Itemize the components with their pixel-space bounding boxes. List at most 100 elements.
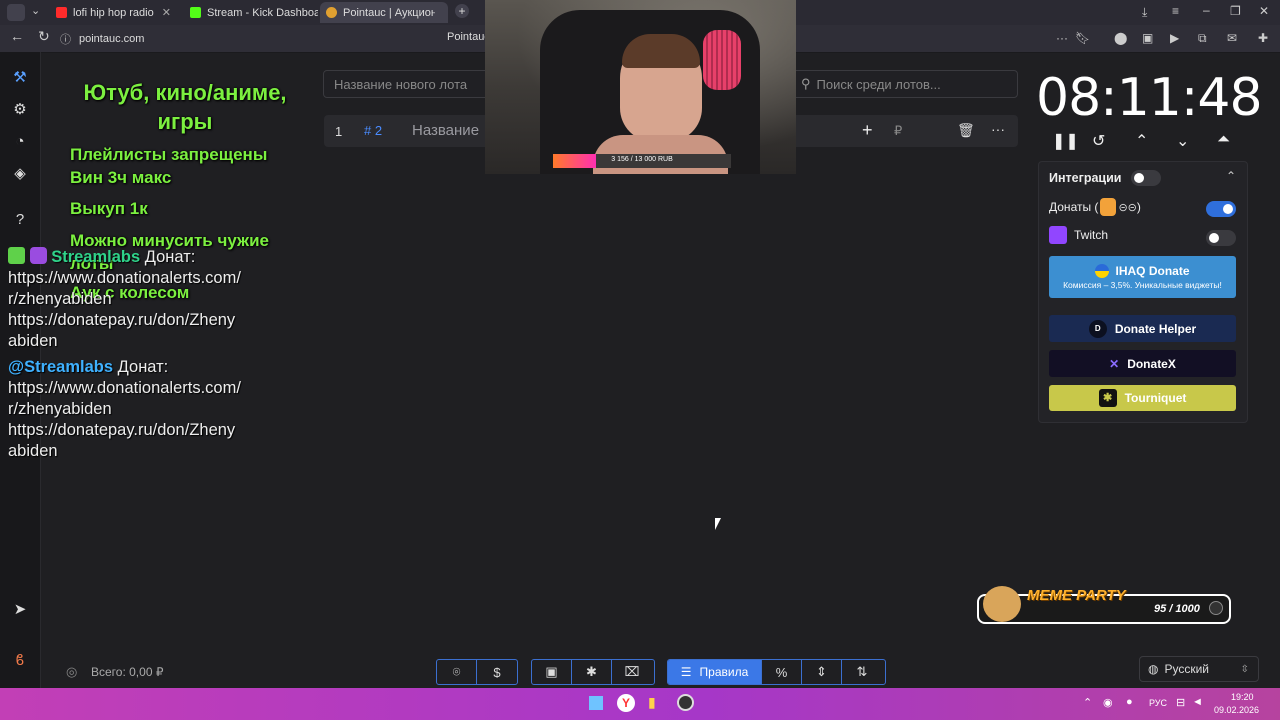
language-label: Русский bbox=[1164, 662, 1210, 676]
tab-pointauc-label: Pointauc | Аукцион дл bbox=[343, 6, 435, 19]
donate-dollar-icon[interactable]: $ bbox=[477, 660, 517, 684]
footer-tools-group: ▣ ✱ ⌧ bbox=[531, 659, 655, 685]
globe-icon: ◍ bbox=[1148, 662, 1159, 676]
percent-icon[interactable]: % bbox=[762, 660, 802, 684]
rules-icon: ☰ bbox=[680, 665, 692, 679]
clear-lots-icon[interactable]: ⌧ bbox=[612, 660, 652, 684]
chat-author: Streamlabs bbox=[51, 248, 141, 266]
footer-links-group: ⌾ $ bbox=[436, 659, 518, 685]
more-icon[interactable]: ··· bbox=[1056, 31, 1068, 45]
download-icon[interactable]: ⤓ bbox=[1142, 5, 1147, 20]
start-icon[interactable] bbox=[589, 696, 603, 710]
extension-icon[interactable]: ▣ bbox=[1142, 31, 1153, 45]
overlay-title: Ютуб, кино/аниме, игры bbox=[83, 80, 287, 134]
microphone bbox=[703, 30, 741, 90]
reload-icon[interactable]: ↻ bbox=[38, 28, 50, 45]
browser-menu-icon[interactable] bbox=[7, 4, 25, 21]
layers-icon[interactable]: ◈ bbox=[10, 163, 30, 183]
integrations-title: Интеграции bbox=[1049, 171, 1122, 185]
subtract-time-icon[interactable]: ⌄ bbox=[1176, 131, 1189, 151]
bug-icon[interactable]: ✱ bbox=[572, 660, 612, 684]
footer-actions-group: ☰ Правила % ⇕ ⇅ bbox=[667, 659, 886, 685]
streamlabs-icon bbox=[8, 247, 25, 264]
network-icon[interactable]: ⊟ bbox=[1176, 696, 1185, 709]
sort-icon[interactable]: ⇅ bbox=[842, 660, 882, 684]
split-icon[interactable]: ⇕ bbox=[802, 660, 842, 684]
add-time-icon[interactable]: ⌃ bbox=[1135, 131, 1148, 151]
integrations-toggle[interactable] bbox=[1131, 170, 1161, 186]
new-tab-button[interactable]: + bbox=[455, 4, 469, 18]
add-amount-icon[interactable]: + bbox=[862, 120, 873, 141]
volume-icon[interactable]: ◄ bbox=[1192, 696, 1203, 708]
search-lots-input[interactable]: ⚲ Поиск среди лотов... bbox=[792, 70, 1018, 98]
minimize-icon[interactable]: – bbox=[1203, 3, 1210, 17]
donationalerts-icon bbox=[1100, 198, 1117, 216]
steam-tray-icon[interactable]: ◉ bbox=[1103, 696, 1113, 709]
ihaq-donate-button[interactable]: IHAQ Donate Комиссия – 3,5%. Уникальные … bbox=[1049, 256, 1236, 298]
site-info-icon[interactable]: ⓘ bbox=[60, 31, 71, 47]
app-lock-icon[interactable]: ▮ bbox=[648, 694, 656, 711]
pointauc-icon bbox=[326, 7, 337, 18]
donatex-label: DonateX bbox=[1127, 356, 1176, 371]
yandex-browser-icon[interactable]: Y bbox=[617, 694, 635, 712]
save-icon[interactable]: ▣ bbox=[532, 660, 572, 684]
tourniquet-button[interactable]: ✱ Tourniquet bbox=[1049, 385, 1236, 411]
collapse-chevron-icon[interactable]: ⌃ bbox=[1226, 169, 1236, 183]
obs-icon[interactable] bbox=[677, 694, 694, 711]
lot-name-field[interactable]: Название bbox=[412, 122, 479, 139]
hide-amounts-icon[interactable]: ◎ bbox=[66, 664, 77, 680]
auction-hammer-icon[interactable]: ⚒ bbox=[10, 67, 30, 87]
pause-icon[interactable]: ❚❚ bbox=[1052, 131, 1079, 151]
help-icon[interactable]: ? bbox=[10, 209, 30, 229]
reset-icon[interactable]: ↺ bbox=[1092, 131, 1105, 151]
more-options-icon[interactable]: ··· bbox=[991, 121, 1005, 137]
url-field[interactable]: ⓘ pointauc.com bbox=[60, 28, 480, 49]
new-lot-input[interactable]: Название нового лота bbox=[323, 70, 493, 98]
clock-time[interactable]: 19:20 bbox=[1231, 692, 1254, 702]
select-arrows-icon: ⇳ bbox=[1240, 663, 1249, 675]
donatex-button[interactable]: ✕ DonateX bbox=[1049, 350, 1236, 377]
donations-toggle[interactable] bbox=[1206, 201, 1236, 217]
menu-icon[interactable]: ≡ bbox=[1172, 4, 1179, 18]
close-icon[interactable]: ✕ bbox=[162, 6, 171, 19]
boosty-icon[interactable]: ϐ bbox=[10, 650, 30, 670]
telegram-icon[interactable]: ➤ bbox=[10, 599, 30, 619]
new-lot-placeholder: Название нового лота bbox=[334, 76, 468, 92]
donatex-icon: ✕ bbox=[1109, 356, 1120, 371]
meme-party-count: 95 / 1000 bbox=[1154, 603, 1200, 615]
extension-icon[interactable]: ▶ bbox=[1170, 31, 1179, 45]
extension-icon[interactable]: ⧉ bbox=[1198, 31, 1207, 46]
settings-gear-icon[interactable]: ⚙ bbox=[10, 99, 30, 119]
tab-kick[interactable]: Stream - Kick Dashboard ✕ bbox=[190, 2, 318, 23]
tray-chevron-icon[interactable]: ⌃ bbox=[1083, 696, 1092, 709]
microphone-tray-icon[interactable]: ● bbox=[1126, 696, 1133, 708]
search-icon: ⚲ bbox=[801, 76, 811, 91]
close-window-icon[interactable]: ✕ bbox=[1259, 4, 1269, 18]
extension-icon[interactable]: ⬤ bbox=[1114, 31, 1127, 45]
donate-helper-button[interactable]: D Donate Helper bbox=[1049, 315, 1236, 342]
tab-kick-label: Stream - Kick Dashboard bbox=[207, 6, 318, 19]
back-icon[interactable]: ← bbox=[10, 28, 24, 44]
double-time-icon[interactable]: ⏶ bbox=[1217, 131, 1230, 149]
wheel-icon[interactable]: ◔ bbox=[10, 131, 30, 151]
lot-index: 1 bbox=[335, 124, 343, 139]
extension-icon[interactable]: ✉ bbox=[1227, 31, 1237, 45]
total-amount: Всего: 0,00 ₽ bbox=[91, 665, 164, 679]
rules-button[interactable]: ☰ Правила bbox=[668, 660, 762, 684]
tab-youtube[interactable]: lofi hip hop radio ✕ bbox=[56, 2, 178, 23]
meme-party-title: MEME PARTY bbox=[1027, 587, 1126, 604]
page-title-text: Pointauc bbox=[447, 31, 490, 43]
twitch-toggle[interactable] bbox=[1206, 230, 1236, 246]
bookmark-icon[interactable]: 🔖︎ bbox=[1075, 31, 1090, 45]
input-language[interactable]: РУС bbox=[1149, 698, 1167, 708]
extensions-puzzle-icon[interactable]: ✚ bbox=[1258, 31, 1268, 45]
donation-progress-text: 3 156 / 13 000 RUB bbox=[611, 156, 673, 163]
github-icon[interactable]: ⌾ bbox=[437, 660, 477, 684]
language-select[interactable]: ◍ Русский ⇳ bbox=[1139, 656, 1259, 682]
tab-pointauc[interactable]: Pointauc | Аукцион дл bbox=[320, 2, 448, 23]
clock-date[interactable]: 09.02.2026 bbox=[1214, 705, 1259, 715]
maximize-icon[interactable]: ❐ bbox=[1230, 4, 1241, 18]
delete-trash-icon[interactable]: 🗑︎ bbox=[957, 122, 975, 139]
tab-list-chevron-icon[interactable]: ⌄ bbox=[31, 4, 40, 17]
ihaq-title: IHAQ Donate bbox=[1115, 264, 1190, 278]
